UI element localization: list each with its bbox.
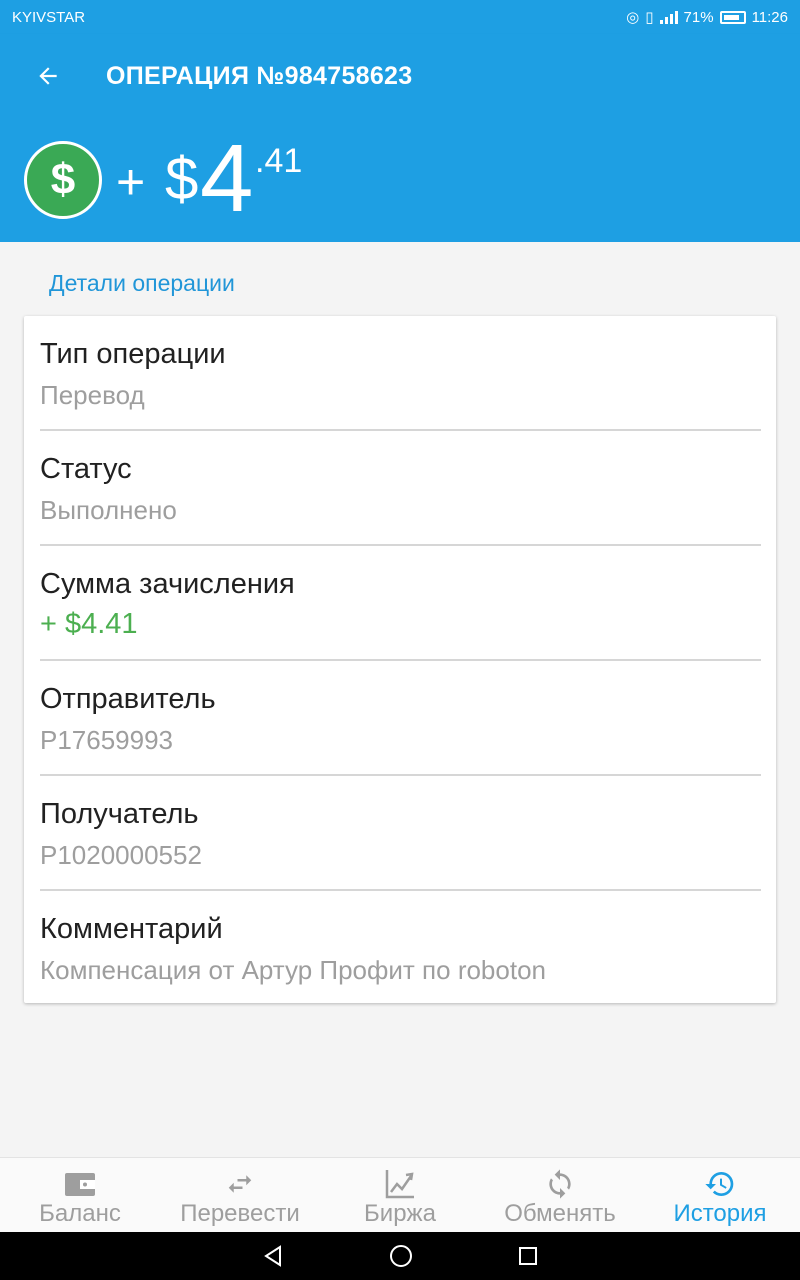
carrier-name: KYIVSTAR <box>12 8 86 26</box>
battery-percent: 71% <box>683 8 714 26</box>
detail-value: + $4.41 <box>40 608 138 640</box>
status-icons: ◎ ▯ 71% 11:26 <box>626 8 788 27</box>
hotspot-icon: ◎ <box>626 9 640 26</box>
arrow-back-icon <box>39 67 57 85</box>
app-bar: ОПЕРАЦИЯ №984758623 <box>0 34 800 118</box>
detail-label: Комментарий <box>40 913 223 945</box>
system-back-icon[interactable] <box>262 1245 284 1267</box>
nav-item-balance[interactable]: Баланс <box>0 1158 160 1233</box>
system-home-icon[interactable] <box>389 1244 413 1268</box>
amount-sign: + <box>116 154 146 210</box>
nav-label: Биржа <box>364 1200 436 1227</box>
detail-label: Отправитель <box>40 683 216 715</box>
vibrate-icon: ▯ <box>645 9 654 26</box>
details-card: Тип операции Перевод Статус Выполнено Су… <box>24 316 776 1003</box>
amount-integer: 4 <box>200 125 254 232</box>
nav-label: Обменять <box>504 1200 616 1227</box>
system-recents-icon[interactable] <box>518 1246 538 1266</box>
detail-row-credit-amount: Сумма зачисления + $4.41 <box>40 546 761 661</box>
detail-row-recipient: Получатель P1020000552 <box>40 776 761 891</box>
detail-row-comment: Комментарий Компенсация от Артур Профит … <box>40 891 761 1006</box>
amount-header: $ + $ 4 .41 <box>0 118 800 242</box>
detail-row-type: Тип операции Перевод <box>40 316 761 431</box>
wallet-icon <box>64 1168 96 1200</box>
detail-value: Выполнено <box>40 495 177 525</box>
bottom-navigation: Баланс Перевести Биржа Обменять История <box>0 1157 800 1232</box>
section-title: Детали операции <box>49 270 235 296</box>
signal-icon <box>659 10 678 24</box>
back-button[interactable] <box>18 46 78 106</box>
detail-row-status: Статус Выполнено <box>40 431 761 546</box>
nav-label: История <box>673 1200 767 1227</box>
status-bar: KYIVSTAR ◎ ▯ 71% 11:26 <box>0 0 800 34</box>
detail-label: Статус <box>40 453 132 485</box>
detail-value: P17659993 <box>40 725 174 755</box>
nav-item-transfer[interactable]: Перевести <box>160 1158 320 1233</box>
page-title: ОПЕРАЦИЯ №984758623 <box>106 61 413 90</box>
exchange-icon <box>544 1168 576 1200</box>
nav-item-history[interactable]: История <box>640 1158 800 1233</box>
nav-label: Перевести <box>180 1200 300 1227</box>
detail-label: Тип операции <box>40 338 226 370</box>
chart-icon <box>384 1168 416 1200</box>
dollar-coin-icon: $ <box>24 141 102 219</box>
detail-value: Перевод <box>40 380 145 410</box>
detail-value: P1020000552 <box>40 840 202 870</box>
amount-fraction: .41 <box>255 142 303 180</box>
detail-value: Компенсация от Артур Профит по roboton <box>40 955 546 985</box>
nav-label: Баланс <box>39 1200 121 1227</box>
battery-icon <box>719 10 746 24</box>
system-navigation-bar <box>0 1232 800 1280</box>
nav-item-exchange[interactable]: Обменять <box>480 1158 640 1233</box>
nav-item-exchange-market[interactable]: Биржа <box>320 1158 480 1233</box>
history-icon <box>704 1168 736 1200</box>
detail-label: Сумма зачисления <box>40 568 295 600</box>
detail-label: Получатель <box>40 798 199 830</box>
clock: 11:26 <box>751 8 788 26</box>
detail-row-sender: Отправитель P17659993 <box>40 661 761 776</box>
transfer-icon <box>223 1168 257 1200</box>
amount-currency: $ <box>165 145 199 212</box>
